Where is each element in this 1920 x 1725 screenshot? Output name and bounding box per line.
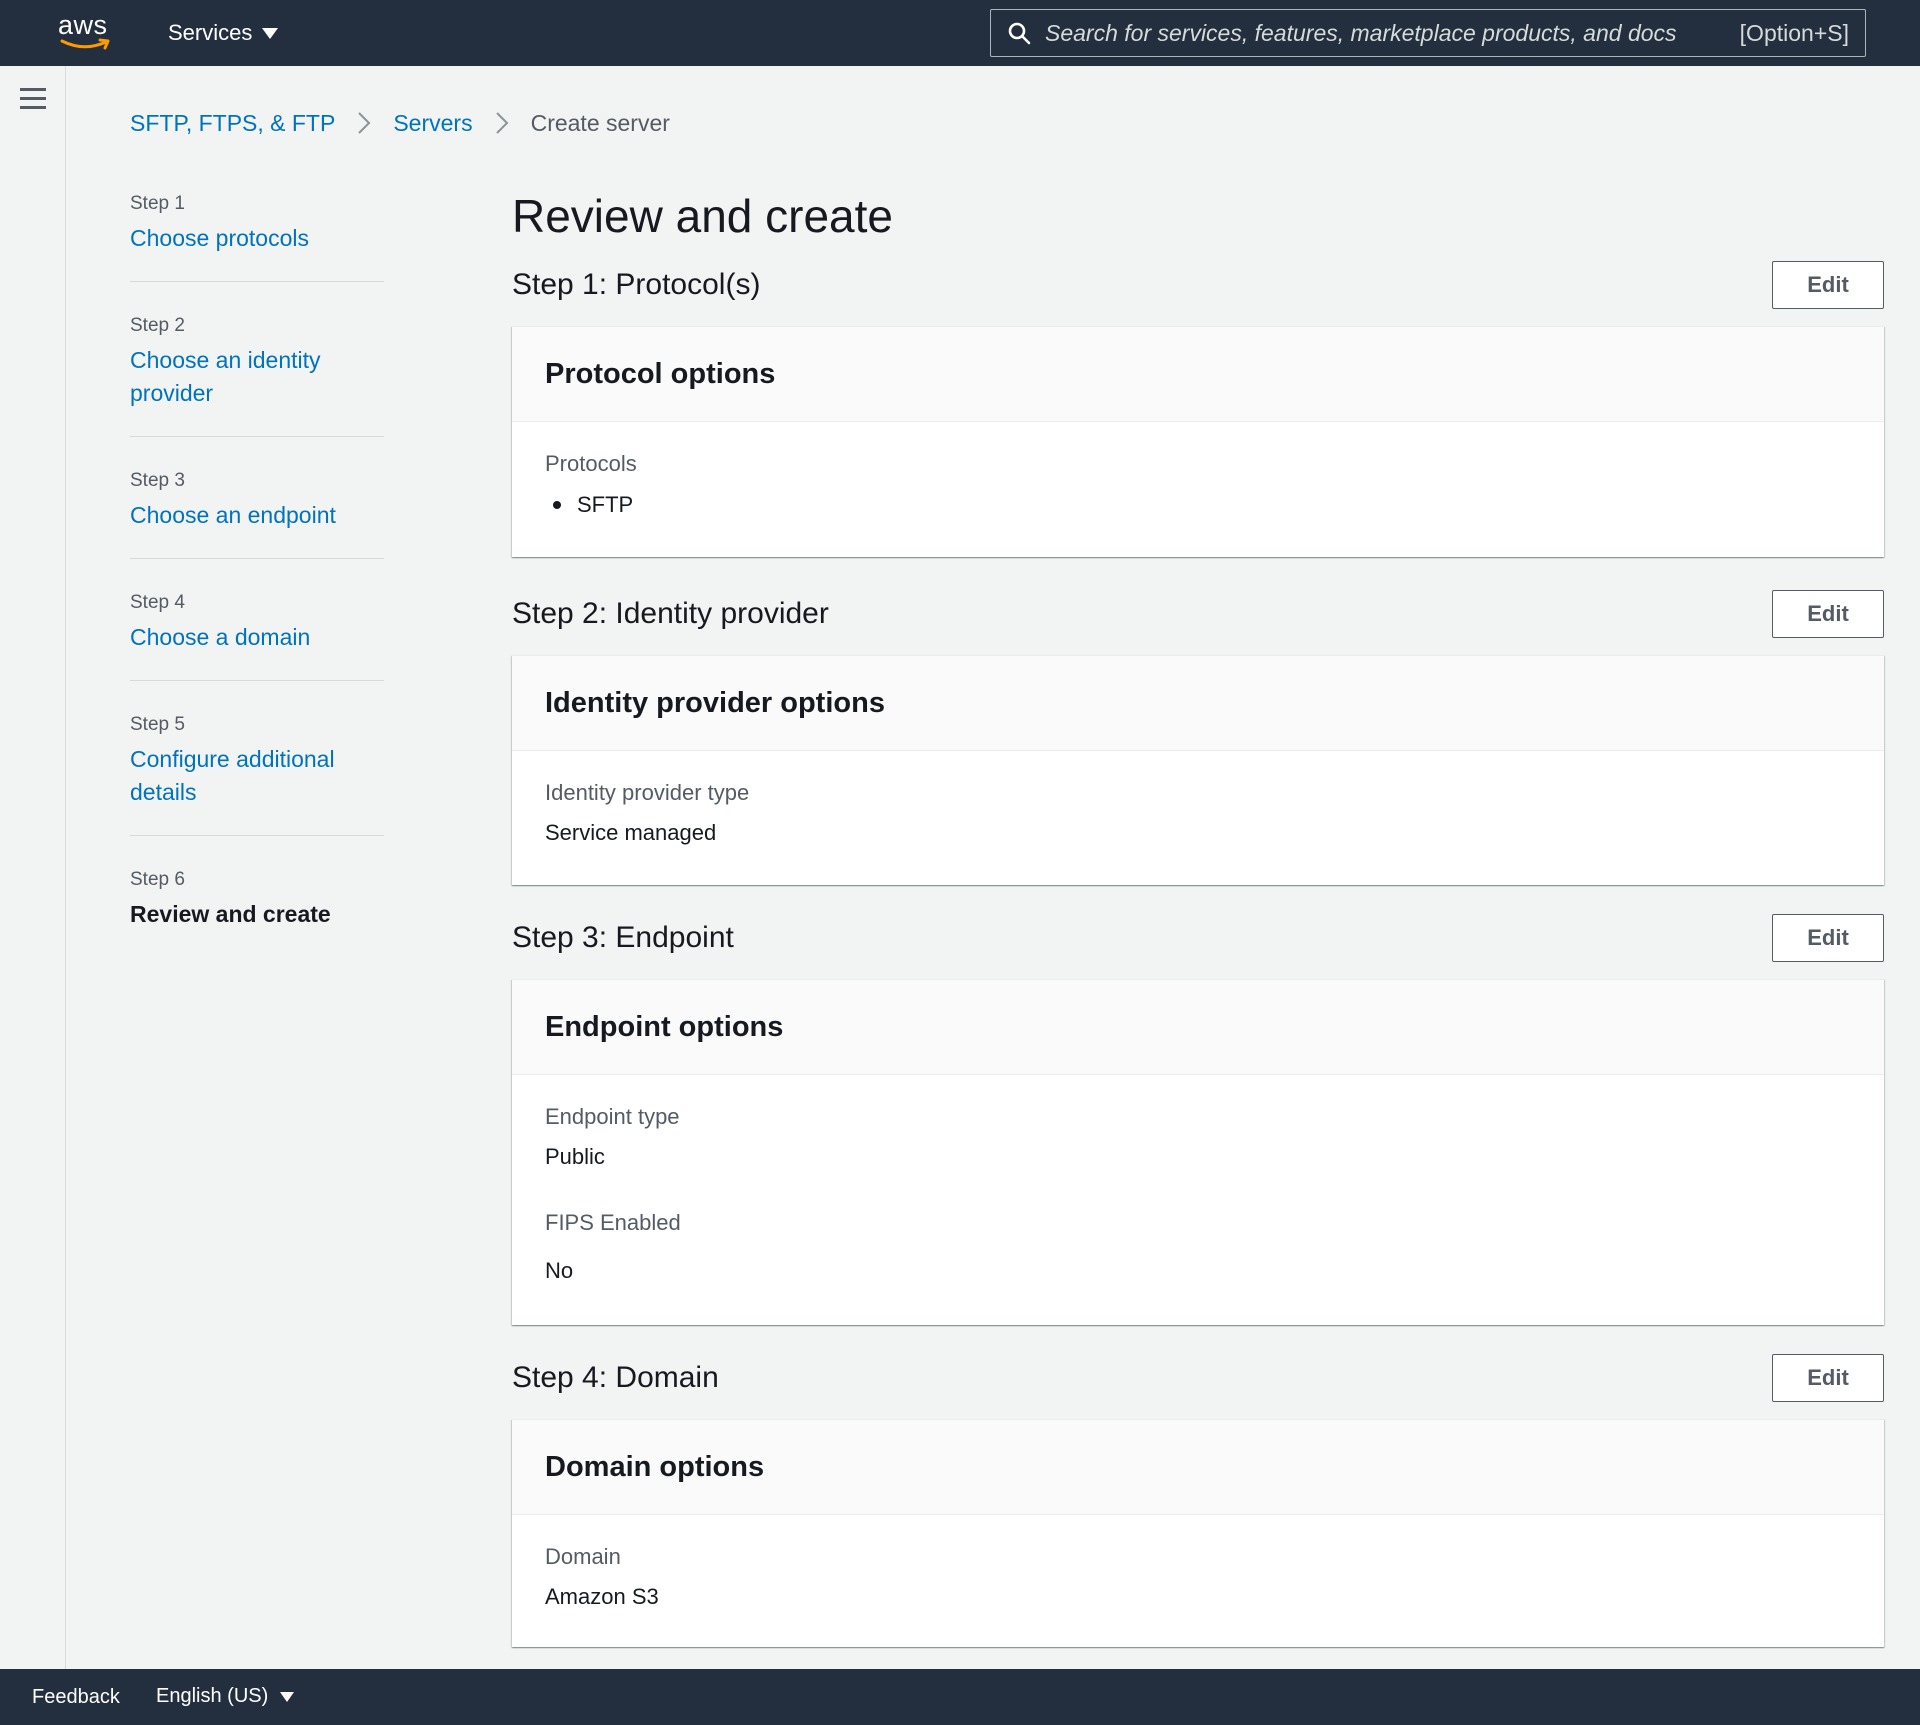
- services-label: Services: [168, 20, 253, 45]
- identity-provider-options-card: Identity provider options Identity provi…: [512, 655, 1884, 885]
- section-heading: Step 2: Identity provider: [512, 597, 829, 630]
- step-number: Step 5: [130, 714, 185, 735]
- step-link-domain[interactable]: Choose a domain: [130, 621, 384, 654]
- hamburger-icon[interactable]: [20, 88, 46, 110]
- wizard-step: Step 3 Choose an endpoint: [130, 467, 384, 559]
- domain-options-card: Domain options Domain Amazon S3: [512, 1419, 1884, 1647]
- side-navigation-rail: [0, 66, 66, 1669]
- review-section-endpoint: Step 3: Endpoint Edit Endpoint options E…: [512, 913, 1884, 1325]
- search-bar[interactable]: [Option+S]: [990, 9, 1866, 57]
- wizard-step: Step 5 Configure additional details: [130, 711, 384, 836]
- edit-identity-provider-button[interactable]: Edit: [1772, 590, 1884, 638]
- caret-down-icon: [280, 1691, 295, 1702]
- review-section-protocols: Step 1: Protocol(s) Edit Protocol option…: [512, 260, 1884, 557]
- domain-key: Domain: [545, 1544, 621, 1569]
- edit-protocols-button[interactable]: Edit: [1772, 261, 1884, 309]
- footer: Feedback English (US): [0, 1669, 1920, 1725]
- wizard-step: Step 2 Choose an identity provider: [130, 312, 384, 437]
- wizard-step: Step 4 Choose a domain: [130, 589, 384, 681]
- wizard-step: Step 6 Review and create: [130, 866, 384, 957]
- endpoint-options-card: Endpoint options Endpoint type Public FI…: [512, 979, 1884, 1325]
- step-link-identity-provider[interactable]: Choose an identity provider: [130, 344, 384, 410]
- aws-logo-text: aws: [58, 10, 108, 40]
- step-number: Step 4: [130, 592, 185, 613]
- step-current-review: Review and create: [130, 901, 331, 927]
- step-number: Step 6: [130, 869, 185, 890]
- aws-smile-icon: [60, 38, 110, 50]
- identity-provider-type-value: Service managed: [545, 820, 717, 845]
- chevron-right-icon: [495, 111, 509, 135]
- caret-down-icon: [262, 27, 279, 39]
- edit-endpoint-button[interactable]: Edit: [1772, 914, 1884, 962]
- services-menu[interactable]: Services: [168, 18, 279, 48]
- breadcrumb-link-sftp[interactable]: SFTP, FTPS, & FTP: [130, 110, 335, 137]
- endpoint-type-value: Public: [545, 1144, 605, 1169]
- breadcrumb: SFTP, FTPS, & FTP Servers Create server: [130, 108, 670, 138]
- page-title: Review and create: [512, 190, 893, 242]
- protocols-key: Protocols: [545, 451, 637, 476]
- identity-provider-type-key: Identity provider type: [545, 780, 750, 805]
- section-heading: Step 3: Endpoint: [512, 921, 734, 954]
- fips-enabled-value: No: [545, 1258, 574, 1283]
- search-icon: [1008, 22, 1031, 45]
- review-section-identity-provider: Step 2: Identity provider Edit Identity …: [512, 589, 1884, 885]
- edit-domain-button[interactable]: Edit: [1772, 1354, 1884, 1402]
- wizard-steps: Step 1 Choose protocols Step 2 Choose an…: [130, 190, 384, 987]
- section-heading: Step 4: Domain: [512, 1361, 719, 1394]
- search-shortcut-hint: [Option+S]: [1739, 19, 1849, 46]
- card-title: Identity provider options: [545, 686, 885, 719]
- review-section-domain: Step 4: Domain Edit Domain options Domai…: [512, 1353, 1884, 1647]
- protocols-list: SFTP: [545, 489, 1851, 521]
- domain-value: Amazon S3: [545, 1584, 659, 1609]
- breadcrumb-current: Create server: [530, 109, 670, 136]
- main-content: Review and create Step 1: Protocol(s) Ed…: [512, 186, 1884, 1647]
- step-number: Step 1: [130, 193, 185, 214]
- aws-logo[interactable]: aws: [58, 10, 118, 54]
- chevron-right-icon: [357, 111, 371, 135]
- feedback-link[interactable]: Feedback: [32, 1686, 120, 1709]
- language-label: English (US): [156, 1685, 269, 1707]
- endpoint-type-key: Endpoint type: [545, 1104, 680, 1129]
- breadcrumb-link-servers[interactable]: Servers: [393, 110, 472, 137]
- wizard-step: Step 1 Choose protocols: [130, 190, 384, 282]
- language-selector[interactable]: English (US): [156, 1685, 295, 1708]
- step-link-endpoint[interactable]: Choose an endpoint: [130, 499, 384, 532]
- fips-enabled-key: FIPS Enabled: [545, 1210, 681, 1235]
- search-input[interactable]: [1045, 19, 1728, 47]
- section-heading: Step 1: Protocol(s): [512, 268, 761, 301]
- protocol-item: SFTP: [545, 489, 1851, 521]
- card-title: Protocol options: [545, 357, 776, 390]
- step-number: Step 2: [130, 315, 185, 336]
- step-link-choose-protocols[interactable]: Choose protocols: [130, 222, 384, 255]
- top-navigation: aws Services [Option+S]: [0, 0, 1920, 66]
- card-title: Domain options: [545, 1450, 765, 1483]
- step-link-additional-details[interactable]: Configure additional details: [130, 743, 384, 809]
- protocol-options-card: Protocol options Protocols SFTP: [512, 326, 1884, 557]
- card-title: Endpoint options: [545, 1010, 784, 1043]
- step-number: Step 3: [130, 470, 185, 491]
